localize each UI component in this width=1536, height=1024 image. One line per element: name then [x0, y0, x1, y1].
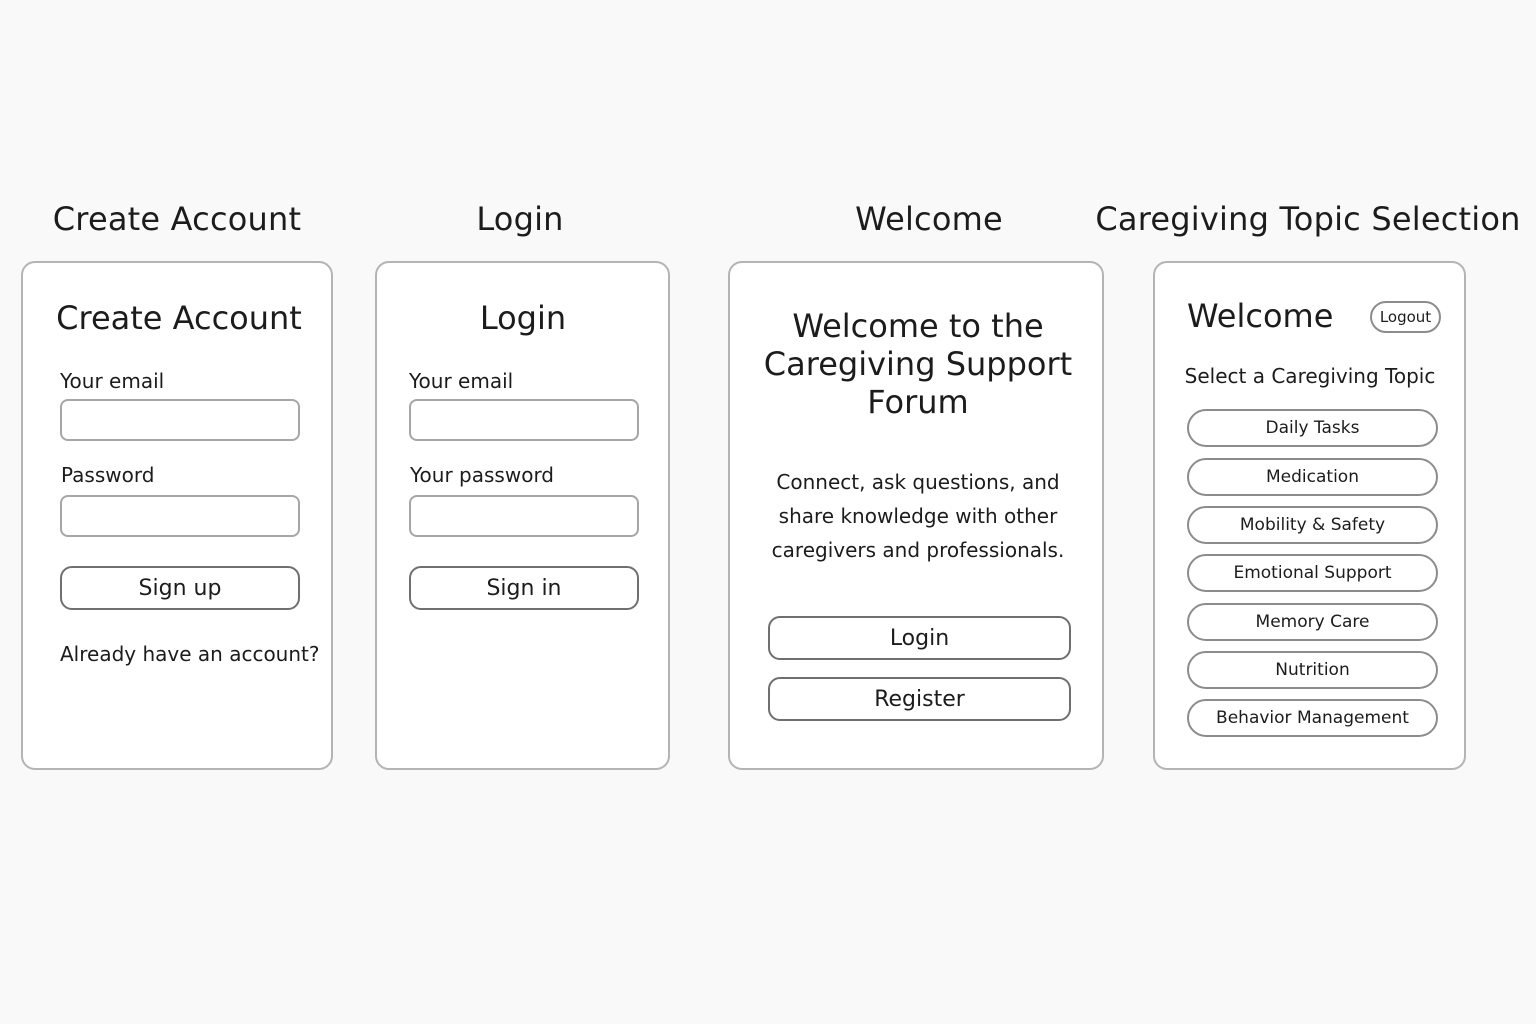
- topic-subtitle: Select a Caregiving Topic: [1184, 364, 1436, 388]
- topic-memory-care[interactable]: Memory Care: [1187, 603, 1438, 641]
- password-label: Password: [61, 463, 155, 487]
- topic-mobility-safety[interactable]: Mobility & Safety: [1187, 506, 1438, 544]
- topic-emotional-support[interactable]: Emotional Support: [1187, 554, 1438, 592]
- welcome-heading: Welcome to the Caregiving Support Forum: [763, 307, 1073, 421]
- login-title: Login: [479, 299, 567, 337]
- password-field[interactable]: [409, 495, 639, 537]
- email-label: Your email: [60, 369, 165, 393]
- sign-in-button[interactable]: Sign in: [409, 566, 639, 610]
- create-account-title: Create Account: [56, 299, 302, 337]
- column-title-topic-selection: Caregiving Topic Selection: [1095, 200, 1521, 238]
- logout-button[interactable]: Logout: [1370, 301, 1441, 333]
- login-button[interactable]: Login: [768, 616, 1071, 660]
- topics-welcome-title: Welcome: [1187, 297, 1334, 335]
- welcome-card: Welcome to the Caregiving Support Forum …: [728, 261, 1104, 770]
- email-label: Your email: [409, 369, 514, 393]
- email-field[interactable]: [60, 399, 300, 441]
- topic-daily-tasks[interactable]: Daily Tasks: [1187, 409, 1438, 447]
- sign-up-button[interactable]: Sign up: [60, 566, 300, 610]
- topic-nutrition[interactable]: Nutrition: [1187, 651, 1438, 689]
- create-account-card: Create Account Your email Password Sign …: [21, 261, 333, 770]
- password-field[interactable]: [60, 495, 300, 537]
- welcome-description: Connect, ask questions, and share knowle…: [771, 470, 1065, 562]
- wireframe-canvas: Create Account Login Welcome Caregiving …: [0, 0, 1536, 1024]
- topic-selection-card: Welcome Logout Select a Caregiving Topic…: [1153, 261, 1466, 770]
- password-label: Your password: [410, 463, 555, 487]
- topic-behavior-management[interactable]: Behavior Management: [1187, 699, 1438, 737]
- already-have-account-link[interactable]: Already have an account?: [60, 642, 319, 666]
- register-button[interactable]: Register: [768, 677, 1071, 721]
- column-title-login: Login: [476, 200, 564, 238]
- column-title-create-account: Create Account: [52, 200, 302, 238]
- login-card: Login Your email Your password Sign in: [375, 261, 670, 770]
- column-title-welcome: Welcome: [855, 200, 1003, 238]
- email-field[interactable]: [409, 399, 639, 441]
- topic-medication[interactable]: Medication: [1187, 458, 1438, 496]
